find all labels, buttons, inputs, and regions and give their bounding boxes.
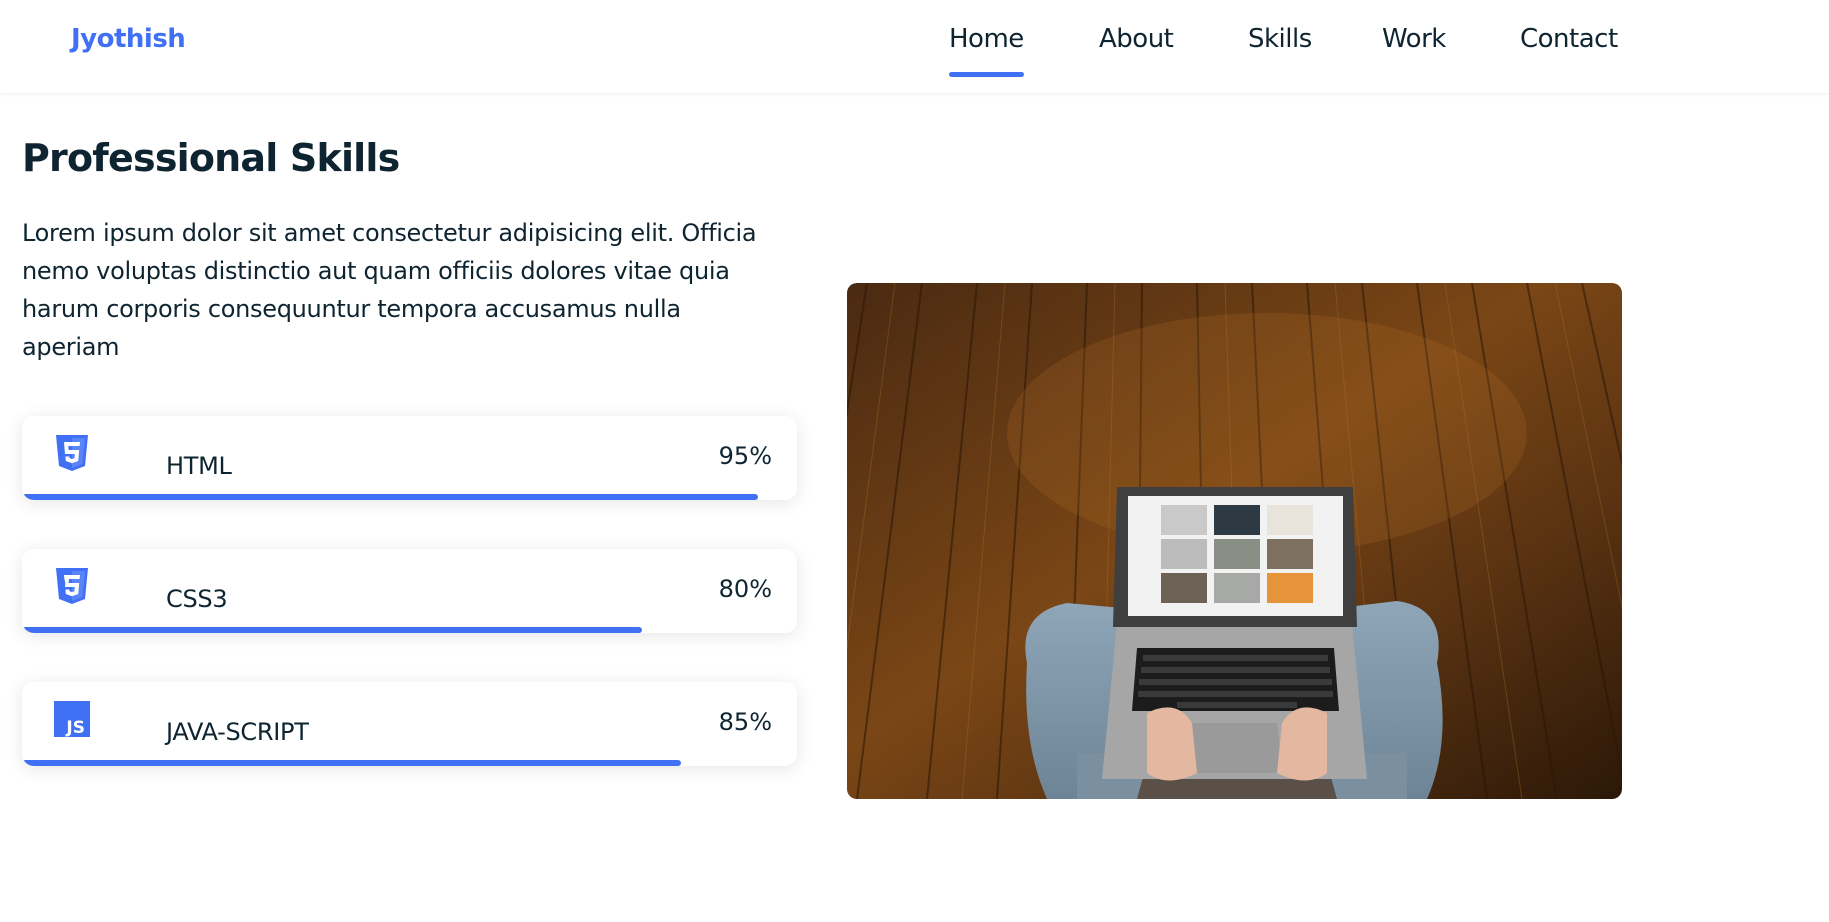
- skill-name: CSS3: [166, 585, 228, 613]
- svg-text:JS: JS: [65, 718, 85, 738]
- skill-name: HTML: [166, 452, 232, 480]
- skill-percent: 80%: [718, 575, 772, 603]
- skill-percent: 95%: [718, 442, 772, 470]
- skill-progress-bar: [22, 760, 797, 766]
- section-description: Lorem ipsum dolor sit amet consectetur a…: [22, 219, 757, 361]
- site-header: Jyothish Home About Skills Work Contact: [0, 0, 1829, 93]
- skill-progress-fill: [22, 627, 642, 633]
- skill-card-javascript: JS JAVA-SCRIPT 85%: [22, 682, 797, 766]
- laptop-on-wood-floor-photo: [847, 283, 1622, 799]
- nav-link-about[interactable]: About: [1099, 24, 1174, 54]
- nav-link-work[interactable]: Work: [1382, 24, 1446, 54]
- nav-link-skills[interactable]: Skills: [1248, 24, 1312, 54]
- nav-link-contact[interactable]: Contact: [1520, 24, 1618, 54]
- skill-progress-bar: [22, 494, 797, 500]
- nav-link-home[interactable]: Home: [949, 24, 1024, 77]
- html5-icon: [54, 434, 90, 472]
- javascript-icon: JS: [54, 700, 90, 738]
- skill-name: JAVA-SCRIPT: [166, 718, 309, 746]
- skill-percent: 85%: [718, 708, 772, 736]
- section-title: Professional Skills: [22, 136, 400, 180]
- skill-progress-fill: [22, 494, 759, 500]
- skill-progress-bar: [22, 627, 797, 633]
- main-nav: Home About Skills Work Contact: [0, 0, 1829, 93]
- skill-card-html: HTML 95%: [22, 416, 797, 500]
- skill-progress-fill: [22, 760, 681, 766]
- skill-card-css3: CSS3 80%: [22, 549, 797, 633]
- css3-icon: [54, 567, 90, 605]
